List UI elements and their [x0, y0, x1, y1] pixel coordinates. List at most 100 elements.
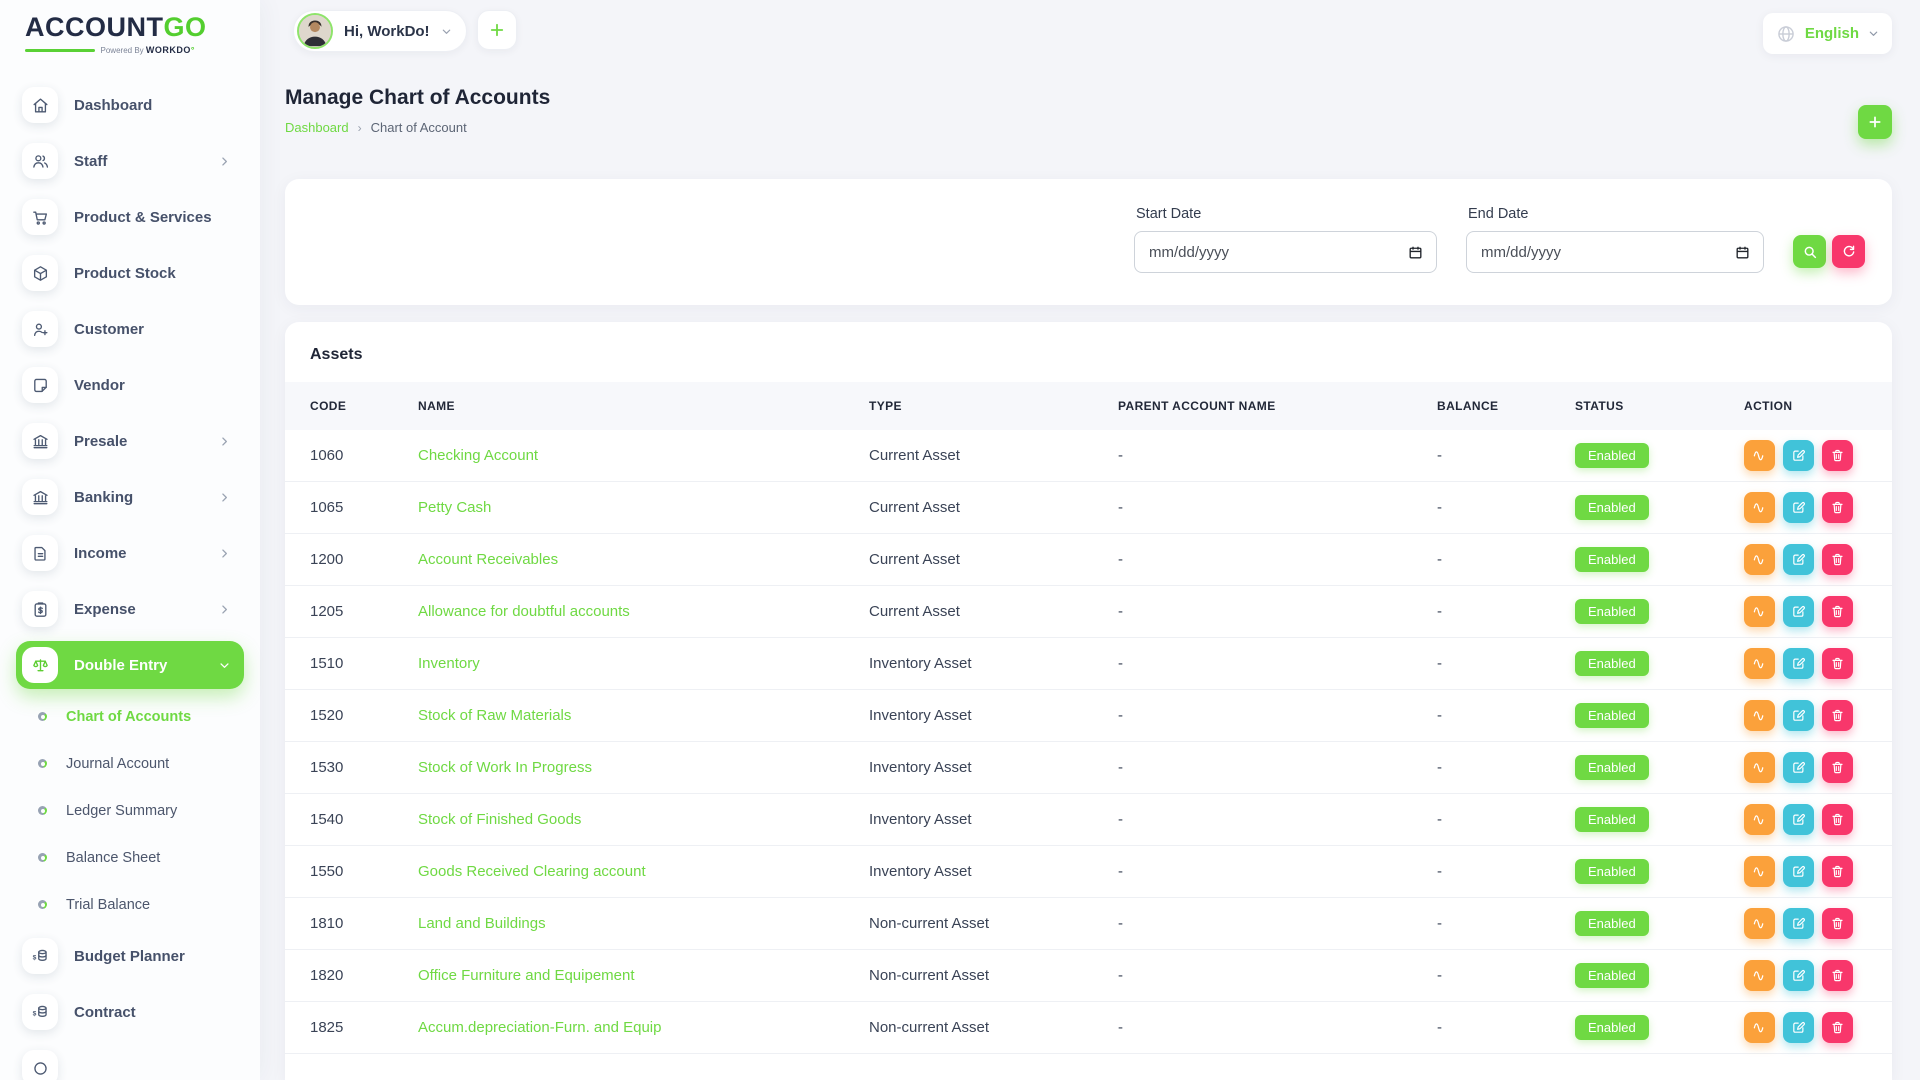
delete-button[interactable]: [1822, 700, 1853, 731]
app-logo[interactable]: ACCOUNTGO Powered By WORKDO°: [0, 0, 215, 55]
edit-button[interactable]: [1783, 960, 1814, 991]
calendar-icon[interactable]: [1407, 244, 1424, 261]
sidebar-item-contract[interactable]: $ Contract: [0, 984, 260, 1040]
sidebar-item-customer[interactable]: Customer: [0, 301, 260, 357]
cell-type: Current Asset: [869, 603, 1118, 620]
sidebar-item-dashboard[interactable]: Dashboard: [0, 77, 260, 133]
edit-button[interactable]: [1783, 440, 1814, 471]
delete-button[interactable]: [1822, 544, 1853, 575]
sidebar-item-income[interactable]: Income: [0, 525, 260, 581]
delete-button[interactable]: [1822, 596, 1853, 627]
sidebar-subitem-ledger-summary[interactable]: Ledger Summary: [0, 787, 260, 834]
cell-name-link[interactable]: Goods Received Clearing account: [418, 863, 869, 880]
reset-button[interactable]: [1832, 235, 1865, 268]
activity-button[interactable]: [1744, 856, 1775, 887]
delete-button[interactable]: [1822, 856, 1853, 887]
cell-name-link[interactable]: Land and Buildings: [418, 915, 869, 932]
cell-code: 1205: [310, 603, 418, 620]
breadcrumb-separator-icon: ›: [358, 121, 362, 135]
cell-parent: -: [1118, 655, 1437, 672]
edit-button[interactable]: [1783, 648, 1814, 679]
status-badge: Enabled: [1575, 963, 1649, 988]
activity-button[interactable]: [1744, 804, 1775, 835]
calendar-icon[interactable]: [1734, 244, 1751, 261]
cell-name-link[interactable]: Accum.depreciation-Furn. and Equip: [418, 1019, 869, 1036]
status-badge: Enabled: [1575, 495, 1649, 520]
delete-button[interactable]: [1822, 908, 1853, 939]
bank-icon: [22, 479, 58, 515]
sidebar-item-item[interactable]: [0, 1040, 260, 1080]
activity-button[interactable]: [1744, 648, 1775, 679]
sidebar-item-presale[interactable]: Presale: [0, 413, 260, 469]
edit-button[interactable]: [1783, 752, 1814, 783]
delete-button[interactable]: [1822, 1012, 1853, 1043]
activity-button[interactable]: [1744, 960, 1775, 991]
cell-name-link[interactable]: Checking Account: [418, 447, 869, 464]
status-badge: Enabled: [1575, 1015, 1649, 1040]
sidebar-item-product-stock[interactable]: Product Stock: [0, 245, 260, 301]
sidebar-subitem-balance-sheet[interactable]: Balance Sheet: [0, 834, 260, 881]
edit-button[interactable]: [1783, 596, 1814, 627]
bullet-icon: [38, 712, 47, 721]
sidebar-subitem-trial-balance[interactable]: Trial Balance: [0, 881, 260, 928]
cell-code: 1510: [310, 655, 418, 672]
edit-button[interactable]: [1783, 1012, 1814, 1043]
row-actions: [1744, 856, 1892, 887]
user-menu[interactable]: Hi, WorkDo!: [293, 10, 467, 52]
sidebar-item-vendor[interactable]: Vendor: [0, 357, 260, 413]
activity-button[interactable]: [1744, 492, 1775, 523]
activity-button[interactable]: [1744, 700, 1775, 731]
search-button[interactable]: [1793, 235, 1826, 268]
delete-button[interactable]: [1822, 804, 1853, 835]
cell-name-link[interactable]: Stock of Raw Materials: [418, 707, 869, 724]
start-date-input[interactable]: mm/dd/yyyy: [1134, 231, 1437, 273]
status-badge: Enabled: [1575, 755, 1649, 780]
delete-button[interactable]: [1822, 648, 1853, 679]
table-row: 1540 Stock of Finished Goods Inventory A…: [285, 794, 1892, 846]
svg-text:$: $: [32, 1010, 36, 1017]
sidebar-item-staff[interactable]: Staff: [0, 133, 260, 189]
edit-button[interactable]: [1783, 700, 1814, 731]
quick-add-button[interactable]: [477, 10, 517, 50]
cell-name-link[interactable]: Inventory: [418, 655, 869, 672]
chevron-right-icon: [219, 156, 230, 167]
edit-button[interactable]: [1783, 544, 1814, 575]
cell-name-link[interactable]: Stock of Work In Progress: [418, 759, 869, 776]
activity-button[interactable]: [1744, 440, 1775, 471]
sidebar-item-budget-planner[interactable]: $ Budget Planner: [0, 928, 260, 984]
language-selector[interactable]: English: [1763, 13, 1892, 54]
cell-code: 1065: [310, 499, 418, 516]
sidebar-item-product-services[interactable]: Product & Services: [0, 189, 260, 245]
edit-button[interactable]: [1783, 856, 1814, 887]
activity-button[interactable]: [1744, 544, 1775, 575]
sidebar-item-banking[interactable]: Banking: [0, 469, 260, 525]
sidebar-subitem-journal-account[interactable]: Journal Account: [0, 740, 260, 787]
activity-button[interactable]: [1744, 908, 1775, 939]
activity-button[interactable]: [1744, 1012, 1775, 1043]
cell-name-link[interactable]: Stock of Finished Goods: [418, 811, 869, 828]
delete-button[interactable]: [1822, 960, 1853, 991]
delete-button[interactable]: [1822, 492, 1853, 523]
sidebar-subitem-chart-of-accounts[interactable]: Chart of Accounts: [0, 693, 260, 740]
cell-name-link[interactable]: Office Furniture and Equipement: [418, 967, 869, 984]
end-date-input[interactable]: mm/dd/yyyy: [1466, 231, 1764, 273]
create-account-button[interactable]: [1858, 105, 1892, 139]
sidebar-item-double-entry[interactable]: Double Entry: [16, 641, 244, 689]
edit-button[interactable]: [1783, 908, 1814, 939]
cell-name-link[interactable]: Allowance for doubtful accounts: [418, 603, 869, 620]
row-actions: [1744, 440, 1892, 471]
cell-name-link[interactable]: Account Receivables: [418, 551, 869, 568]
cell-balance: -: [1437, 603, 1575, 620]
breadcrumb-dashboard-link[interactable]: Dashboard: [285, 120, 349, 135]
cell-name-link[interactable]: Petty Cash: [418, 499, 869, 516]
activity-button[interactable]: [1744, 752, 1775, 783]
delete-button[interactable]: [1822, 752, 1853, 783]
sidebar-item-expense[interactable]: Expense: [0, 581, 260, 637]
generic-icon: [22, 1050, 58, 1080]
activity-button[interactable]: [1744, 596, 1775, 627]
row-actions: [1744, 804, 1892, 835]
edit-button[interactable]: [1783, 492, 1814, 523]
section-title: Assets: [285, 322, 1892, 382]
edit-button[interactable]: [1783, 804, 1814, 835]
delete-button[interactable]: [1822, 440, 1853, 471]
